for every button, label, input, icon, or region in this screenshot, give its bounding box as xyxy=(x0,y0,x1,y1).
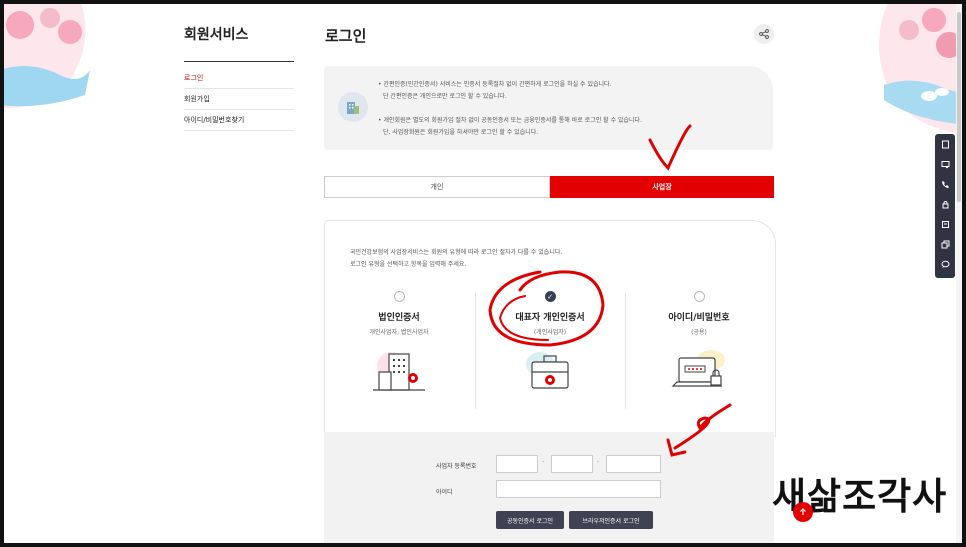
decorative-blossom-illustration-right xyxy=(879,0,966,134)
option-subtitle: (개인사업자) xyxy=(533,329,567,336)
biz-number-label: 사업자 등록번호 xyxy=(436,463,477,470)
option-representative-certificate[interactable]: ✓ 대표자 개인인증서 (개인사업자) xyxy=(476,291,624,411)
sidebar-divider xyxy=(184,61,294,62)
sidebar-title: 회원서비스 xyxy=(184,27,249,43)
arrow-up-icon xyxy=(800,508,806,515)
scroll-to-top-button[interactable] xyxy=(793,502,813,522)
office-building-icon xyxy=(373,352,425,391)
option-title: 아이디/비밀번호 xyxy=(668,313,730,323)
id-label: 아이디 xyxy=(436,489,453,496)
notice-line: • 간편인증(민간인증서) 서비스는 인증서 등록절차 없이 간편하게 로그인을… xyxy=(378,81,612,88)
decorative-blossom-illustration-left xyxy=(0,0,90,109)
briefcase-icon xyxy=(526,352,569,389)
radio-representative-certificate[interactable]: ✓ xyxy=(544,291,556,302)
chat-icon[interactable] xyxy=(935,254,955,274)
dash-separator: - xyxy=(597,458,600,466)
tab-business[interactable]: 사업장 xyxy=(550,176,774,198)
biz-number-input-2[interactable] xyxy=(551,455,593,473)
option-corporate-certificate[interactable]: 법인인증서 개인사업자, 법인사업자 xyxy=(325,291,473,411)
notice-line: • 개인회원은 별도의 회원가입 절차 없이 공동인증서 또는 금융인증서를 통… xyxy=(378,117,642,124)
building-icon xyxy=(338,92,368,122)
notice-box: • 간편인증(민간인증서) 서비스는 인증서 등록절차 없이 간편하게 로그인을… xyxy=(324,66,773,150)
login-form: 사업자 등록번호 - - 아이디 공동인증서 로그인 브라우저인증서 로그인 xyxy=(324,432,774,547)
laptop-lock-icon xyxy=(671,350,725,387)
browser-certificate-login-button[interactable]: 브라우저인증서 로그인 xyxy=(569,511,653,529)
joint-certificate-login-button[interactable]: 공동인증서 로그인 xyxy=(496,511,564,529)
option-subtitle: 개인사업자, 법인사업자 xyxy=(369,329,429,336)
option-id-password[interactable]: 아이디/비밀번호 (공용) xyxy=(625,291,773,411)
notice-line: 단 간편인증은 개인으로만 로그인 할 수 있습니다. xyxy=(383,93,507,100)
login-type-panel: 국민건강보험의 사업장서비스는 회원의 유형에 따라 로그인 절차가 다를 수 … xyxy=(324,220,776,437)
copy-icon[interactable] xyxy=(935,234,955,254)
sidebar-item-find-id-password[interactable]: 아이디/비밀번호찾기 xyxy=(184,110,294,131)
sidebar-item-signup[interactable]: 회원가입 xyxy=(184,89,294,110)
login-type-tabs: 개인 사업장 xyxy=(324,176,774,198)
certificate-icon[interactable] xyxy=(935,154,955,174)
quick-menu xyxy=(935,134,955,278)
option-subtitle: (공용) xyxy=(691,329,707,336)
share-button[interactable] xyxy=(754,24,774,44)
notice-line: 단, 사업장회원은 회원가입을 하셔야만 로그인 할 수 있습니다. xyxy=(383,129,539,136)
biz-number-input-1[interactable] xyxy=(496,455,538,473)
panel-description: 국민건강보험의 사업장서비스는 회원의 유형에 따라 로그인 절차가 다를 수 … xyxy=(350,249,563,256)
page-title: 로그인 xyxy=(325,27,367,45)
news-icon[interactable] xyxy=(935,214,955,234)
id-input[interactable] xyxy=(496,480,661,498)
radio-id-password[interactable] xyxy=(693,291,705,302)
option-title: 대표자 개인인증서 xyxy=(515,313,585,323)
document-icon[interactable] xyxy=(935,134,955,154)
biz-number-input-3[interactable] xyxy=(606,455,661,473)
tab-personal[interactable]: 개인 xyxy=(324,176,550,198)
panel-description: 로그인 유형을 선택하고 항목을 입력해 주세요. xyxy=(350,261,467,268)
share-icon xyxy=(759,29,769,39)
option-title: 법인인증서 xyxy=(378,313,420,323)
sidebar-item-login[interactable]: 로그인 xyxy=(184,68,294,89)
lock-icon[interactable] xyxy=(935,194,955,214)
dash-separator: - xyxy=(542,458,545,466)
phone-icon[interactable] xyxy=(935,174,955,194)
scrollbar-thumb[interactable] xyxy=(957,12,961,202)
radio-corporate-certificate[interactable] xyxy=(393,291,405,302)
